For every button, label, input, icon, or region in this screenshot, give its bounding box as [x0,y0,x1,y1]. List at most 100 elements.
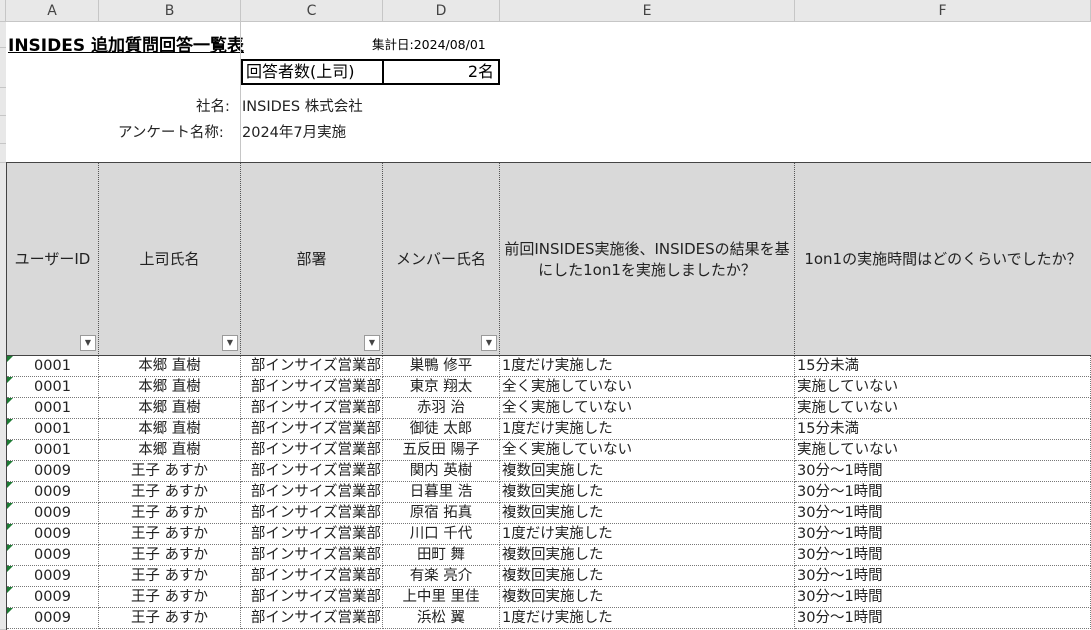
cell-user-id[interactable]: 0001 [7,419,99,440]
cell-department[interactable]: 部インサイズ営業部 [241,503,383,524]
header-question-1on1[interactable]: 前回INSIDES実施後、INSIDESの結果を基にした1on1を実施しましたか… [500,163,795,356]
column-header-e[interactable]: E [500,0,795,22]
cell-department[interactable]: 部インサイズ営業部 [241,524,383,545]
cell-member-name[interactable]: 御徒 太郎 [383,419,500,440]
cell-answer-1on1[interactable]: 複数回実施した [500,545,795,566]
cell-member-name[interactable]: 東京 翔太 [383,377,500,398]
cell-manager-name[interactable]: 王子 あすか [99,482,241,503]
cell-department[interactable]: 部インサイズ営業部 [241,356,383,377]
cell-answer-1on1[interactable]: 複数回実施した [500,503,795,524]
cell-answer-1on1[interactable]: 全く実施していない [500,377,795,398]
cell-department[interactable]: 部インサイズ営業部 [241,377,383,398]
cell-user-id[interactable]: 0001 [7,356,99,377]
cell-member-name[interactable]: 有楽 亮介 [383,566,500,587]
cell-member-name[interactable]: 関内 英樹 [383,461,500,482]
respondent-count-label[interactable]: 回答者数(上司) [241,59,384,85]
cell-manager-name[interactable]: 王子 あすか [99,524,241,545]
cell-department[interactable]: 部インサイズ営業部 [241,566,383,587]
cell-manager-name[interactable]: 王子 あすか [99,608,241,629]
cell-answer-1on1[interactable]: 複数回実施した [500,566,795,587]
header-department[interactable]: 部署 [241,163,383,356]
error-indicator-icon[interactable] [7,461,13,467]
column-header-d[interactable]: D [383,0,500,22]
cell-manager-name[interactable]: 王子 あすか [99,503,241,524]
error-indicator-icon[interactable] [7,398,13,404]
error-indicator-icon[interactable] [7,482,13,488]
survey-name[interactable]: 2024年7月実施 [242,121,346,142]
row-header[interactable] [0,116,6,144]
error-indicator-icon[interactable] [7,566,13,572]
row-header[interactable] [0,144,6,163]
cell-answer-duration[interactable]: 30分〜1時間 [795,587,1091,608]
cell-user-id[interactable]: 0001 [7,398,99,419]
column-header-a[interactable]: A [6,0,99,22]
error-indicator-icon[interactable] [7,419,13,425]
cell-manager-name[interactable]: 本郷 直樹 [99,419,241,440]
cell-department[interactable]: 部インサイズ営業部 [241,419,383,440]
column-header-b[interactable]: B [99,0,241,22]
cell-answer-duration[interactable]: 実施していない [795,377,1091,398]
cell-manager-name[interactable]: 王子 あすか [99,587,241,608]
error-indicator-icon[interactable] [7,545,13,551]
cell-manager-name[interactable]: 王子 あすか [99,545,241,566]
cell-department[interactable]: 部インサイズ営業部 [241,440,383,461]
cell-user-id[interactable]: 0001 [7,440,99,461]
row-header[interactable] [0,88,6,116]
cell-member-name[interactable]: 原宿 拓真 [383,503,500,524]
header-question-duration[interactable]: 1on1の実施時間はどのくらいでしたか？ [795,163,1091,356]
header-member-name[interactable]: メンバー氏名 [383,163,500,356]
cell-user-id[interactable]: 0009 [7,503,99,524]
cell-answer-duration[interactable]: 実施していない [795,440,1091,461]
cell-answer-1on1[interactable]: 複数回実施した [500,587,795,608]
cell-department[interactable]: 部インサイズ営業部 [241,608,383,629]
cell-answer-duration[interactable]: 30分〜1時間 [795,461,1091,482]
header-user-id[interactable]: ユーザーID [7,163,99,356]
cell-answer-1on1[interactable]: 1度だけ実施した [500,419,795,440]
cell-member-name[interactable]: 田町 舞 [383,545,500,566]
cell-manager-name[interactable]: 王子 あすか [99,566,241,587]
cell-answer-1on1[interactable]: 複数回実施した [500,461,795,482]
cell-answer-duration[interactable]: 30分〜1時間 [795,608,1091,629]
error-indicator-icon[interactable] [7,356,13,362]
column-header-f[interactable]: F [795,0,1091,22]
cell-user-id[interactable]: 0009 [7,587,99,608]
row-header[interactable] [0,48,6,88]
cell-answer-1on1[interactable]: 1度だけ実施した [500,524,795,545]
cell-member-name[interactable]: 巣鴨 修平 [383,356,500,377]
cell-member-name[interactable]: 川口 千代 [383,524,500,545]
cell-manager-name[interactable]: 本郷 直樹 [99,398,241,419]
cell-manager-name[interactable]: 本郷 直樹 [99,356,241,377]
cell-answer-duration[interactable]: 30分〜1時間 [795,545,1091,566]
cell-member-name[interactable]: 赤羽 治 [383,398,500,419]
cell-answer-duration[interactable]: 15分未満 [795,356,1091,377]
respondent-count-value[interactable]: 2名 [382,59,500,85]
cell-manager-name[interactable]: 本郷 直樹 [99,440,241,461]
filter-dropdown-icon[interactable]: ▼ [364,335,380,351]
cell-answer-1on1[interactable]: 1度だけ実施した [500,356,795,377]
filter-dropdown-icon[interactable]: ▼ [222,335,238,351]
cell-department[interactable]: 部インサイズ営業部 [241,587,383,608]
cell-answer-duration[interactable]: 30分〜1時間 [795,482,1091,503]
row-header[interactable] [0,22,6,48]
error-indicator-icon[interactable] [7,503,13,509]
company-name[interactable]: INSIDES 株式会社 [242,95,363,116]
cell-answer-duration[interactable]: 30分〜1時間 [795,503,1091,524]
cell-user-id[interactable]: 0001 [7,377,99,398]
cell-answer-duration[interactable]: 15分未満 [795,419,1091,440]
filter-dropdown-icon[interactable]: ▼ [481,335,497,351]
cell-manager-name[interactable]: 本郷 直樹 [99,377,241,398]
cell-answer-1on1[interactable]: 全く実施していない [500,398,795,419]
error-indicator-icon[interactable] [7,524,13,530]
error-indicator-icon[interactable] [7,587,13,593]
cell-answer-duration[interactable]: 30分〜1時間 [795,566,1091,587]
cell-user-id[interactable]: 0009 [7,608,99,629]
cell-department[interactable]: 部インサイズ営業部 [241,482,383,503]
cell-user-id[interactable]: 0009 [7,524,99,545]
cell-answer-1on1[interactable]: 複数回実施した [500,482,795,503]
cell-answer-1on1[interactable]: 1度だけ実施した [500,608,795,629]
cell-department[interactable]: 部インサイズ営業部 [241,545,383,566]
cell-member-name[interactable]: 日暮里 浩 [383,482,500,503]
cell-user-id[interactable]: 0009 [7,545,99,566]
cell-user-id[interactable]: 0009 [7,482,99,503]
filter-dropdown-icon[interactable]: ▼ [80,335,96,351]
